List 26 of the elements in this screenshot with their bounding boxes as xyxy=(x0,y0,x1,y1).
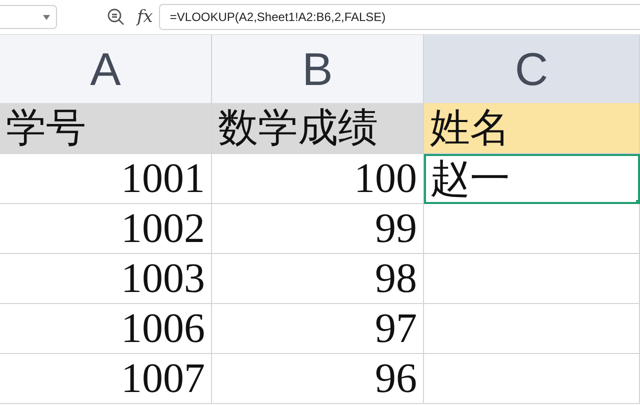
table-cell[interactable] xyxy=(424,304,640,354)
formula-field[interactable]: =VLOOKUP(A2,Sheet1!A2:B6,2,FALSE) xyxy=(158,4,640,30)
fx-label[interactable]: fx xyxy=(137,7,153,27)
column-header[interactable]: C xyxy=(424,35,640,103)
table-cell[interactable]: 数学成绩 xyxy=(212,103,424,154)
table-cell[interactable] xyxy=(424,254,640,304)
table-cell[interactable]: 100 xyxy=(212,154,424,204)
zoom-icon[interactable] xyxy=(107,8,125,26)
table-cell[interactable] xyxy=(424,354,640,404)
table-cell[interactable]: 1006 xyxy=(0,304,212,354)
table-cell[interactable]: 97 xyxy=(212,304,424,354)
table-cell[interactable]: 99 xyxy=(212,204,424,254)
table-cell[interactable]: 96 xyxy=(212,354,424,404)
name-box[interactable] xyxy=(0,5,57,29)
column-header[interactable]: B xyxy=(212,35,424,103)
table-cell[interactable]: 1007 xyxy=(0,354,212,404)
table-cell[interactable]: 1002 xyxy=(0,204,212,254)
table-cell[interactable]: 赵一 xyxy=(424,154,640,204)
table-cell[interactable]: 学号 xyxy=(0,103,212,154)
caret-icon xyxy=(43,14,50,20)
column-header[interactable]: A xyxy=(0,35,212,103)
table-cell[interactable]: 1003 xyxy=(0,254,212,304)
table-cell[interactable]: 1001 xyxy=(0,154,212,204)
table-cell[interactable]: 98 xyxy=(212,254,424,304)
table-cell[interactable]: 姓名 xyxy=(424,103,640,154)
table-cell[interactable] xyxy=(424,204,640,254)
